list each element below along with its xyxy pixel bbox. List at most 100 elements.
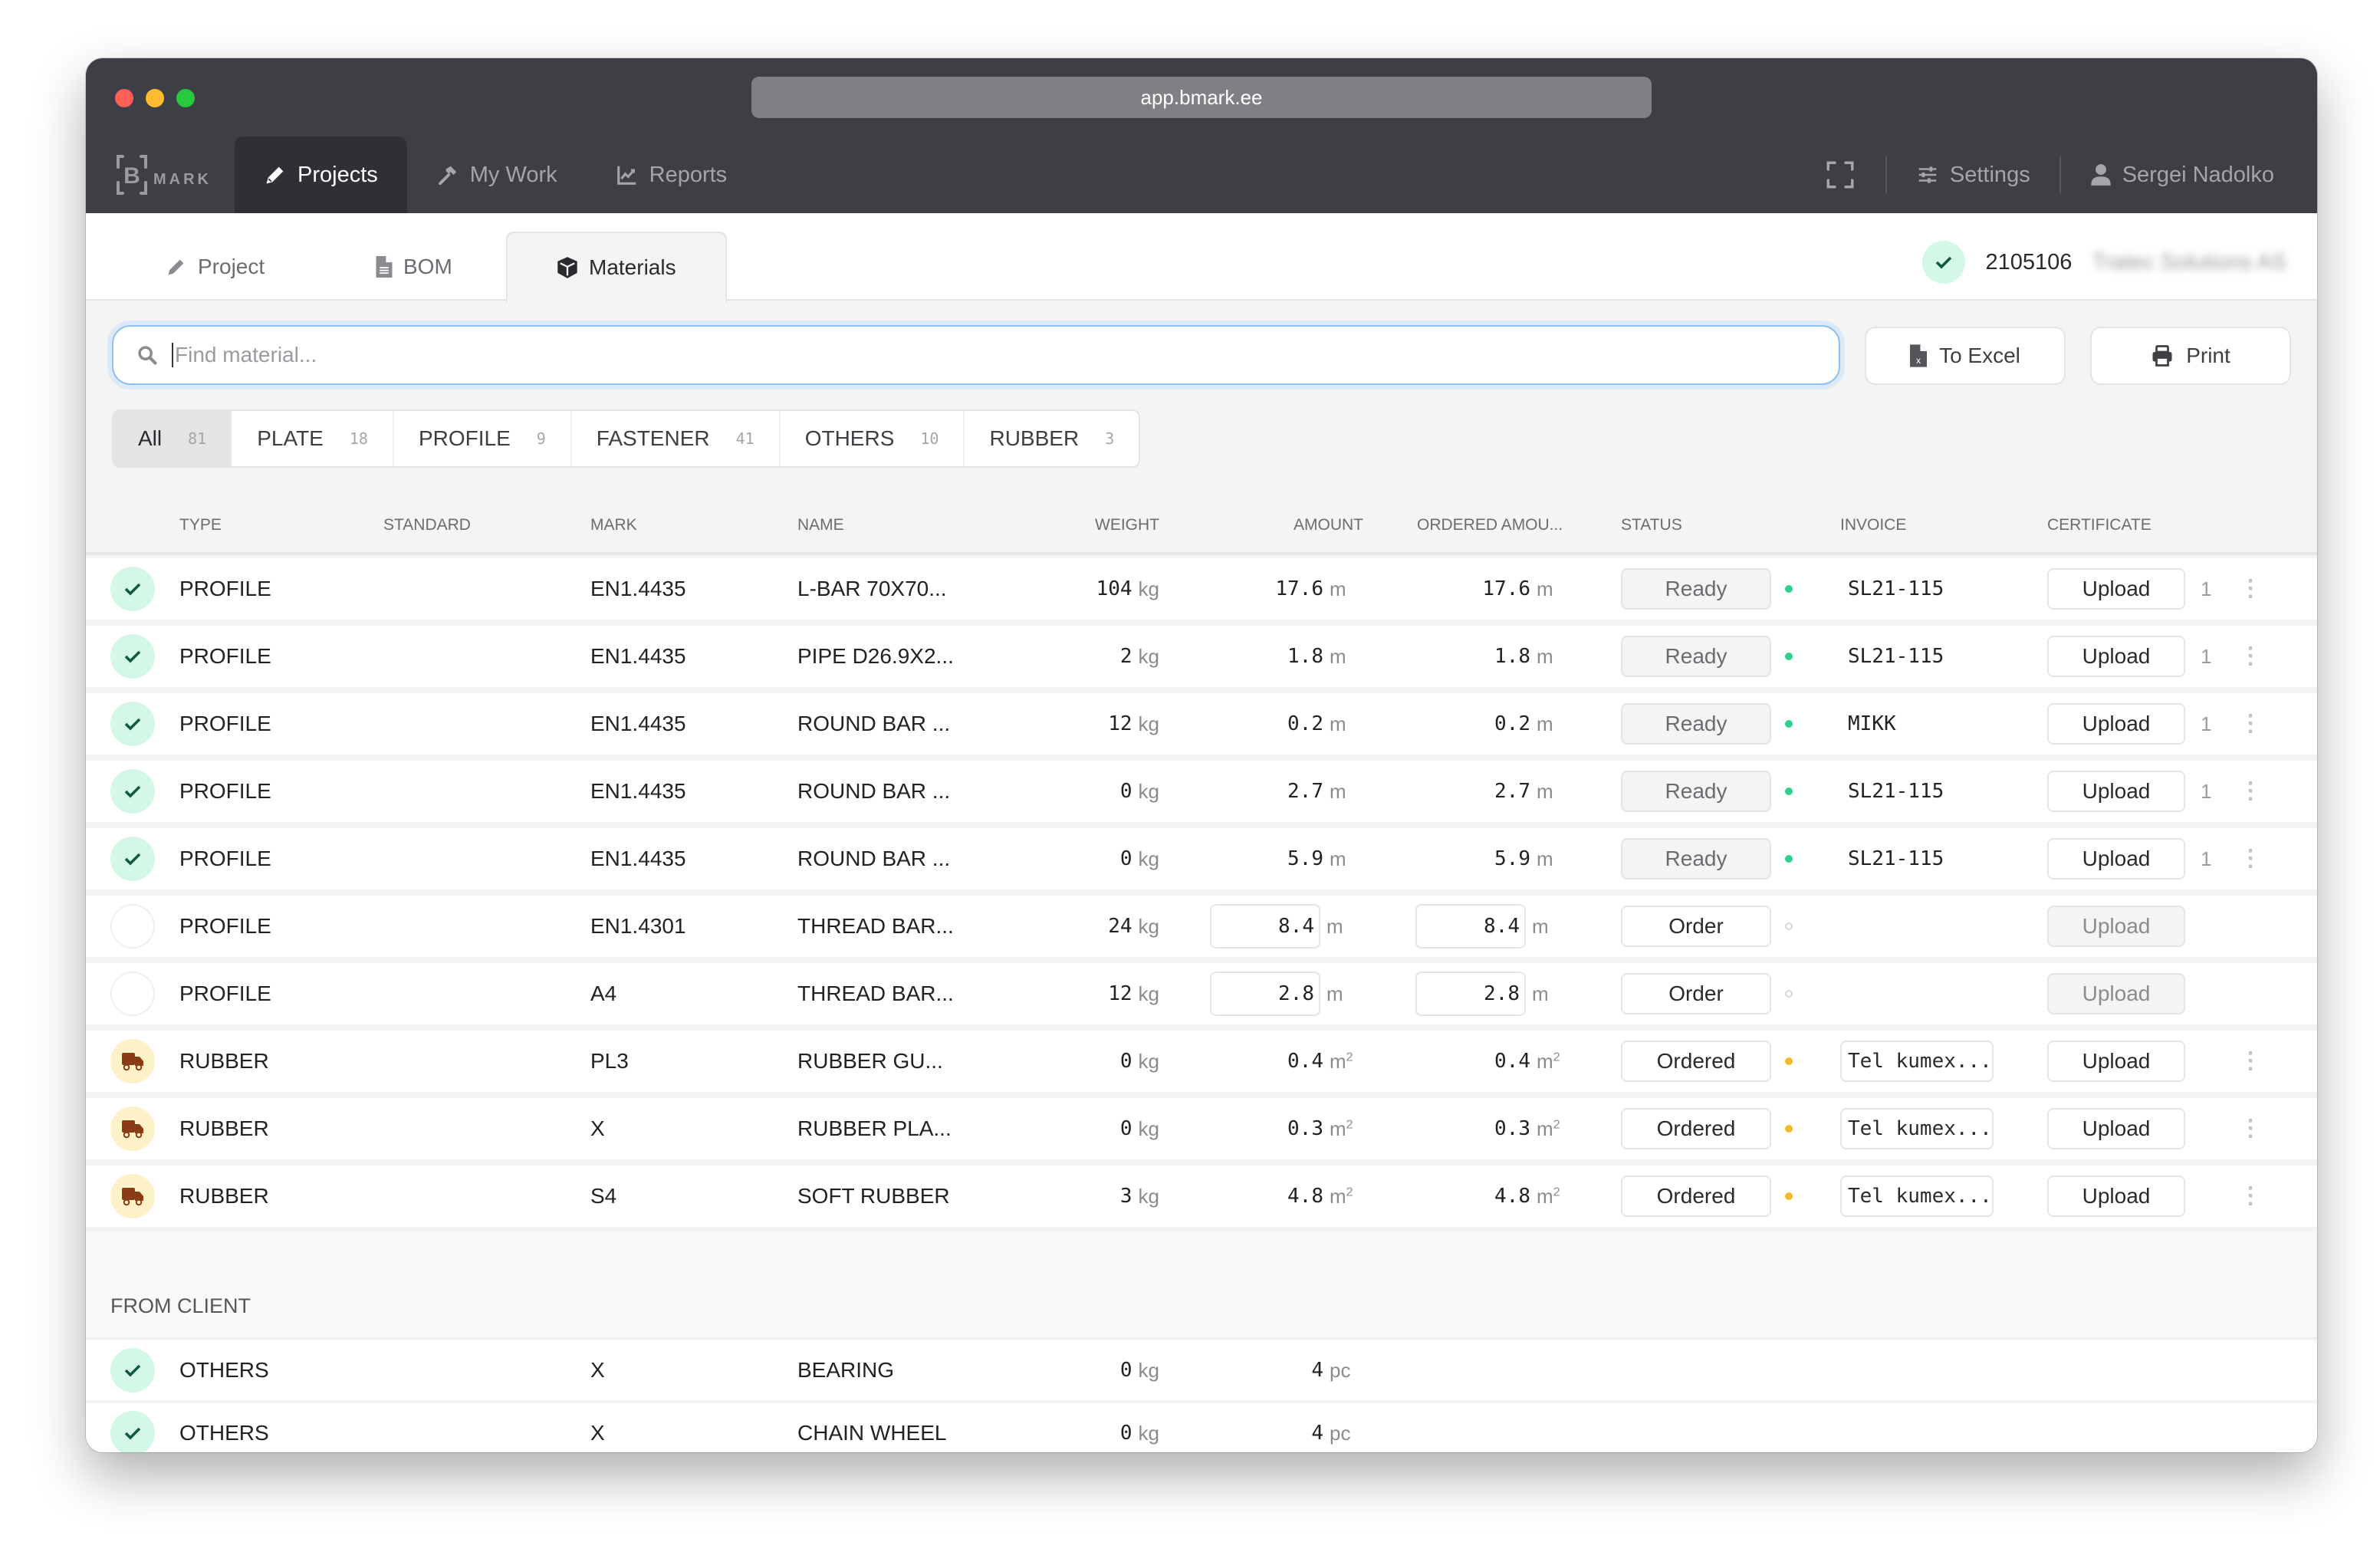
- upload-certificate-button[interactable]: Upload: [2047, 1108, 2185, 1149]
- filter-profile[interactable]: PROFILE 9: [394, 411, 572, 466]
- upload-certificate-button[interactable]: Upload: [2047, 771, 2185, 812]
- table-row[interactable]: PROFILE EN1.4435 PIPE D26.9X2... 2 kg 1.8 m 1.8…: [86, 626, 2317, 687]
- filter-rubber[interactable]: RUBBER 3: [965, 411, 1139, 466]
- amount-input[interactable]: 2.8: [1210, 972, 1320, 1016]
- status-button[interactable]: Ready: [1621, 636, 1771, 677]
- column-header-status[interactable]: STATUS: [1621, 498, 1682, 552]
- cell-name[interactable]: THREAD BAR...: [797, 896, 954, 957]
- column-header-ordered-amount[interactable]: ORDERED AMOU...: [1417, 498, 1563, 552]
- upload-certificate-button[interactable]: Upload: [2047, 636, 2185, 677]
- filter-plate[interactable]: PLATE 18: [232, 411, 394, 466]
- cell-name[interactable]: ROUND BAR ...: [797, 761, 950, 822]
- table-row[interactable]: PROFILE EN1.4435 ROUND BAR ... 0 kg 5.9 m 5.9 m R…: [86, 828, 2317, 889]
- tab-materials[interactable]: Materials: [506, 232, 727, 302]
- invoice-button[interactable]: Tel kumex...: [1840, 1041, 1994, 1082]
- minimize-window-button[interactable]: [146, 89, 164, 107]
- status-button[interactable]: Ordered: [1621, 1108, 1771, 1149]
- row-menu-icon[interactable]: ⋮: [2239, 828, 2262, 889]
- column-header-invoice[interactable]: INVOICE: [1840, 498, 1906, 552]
- upload-certificate-button[interactable]: Upload: [2047, 973, 2185, 1014]
- cell-name[interactable]: RUBBER PLA...: [797, 1098, 952, 1159]
- status-button[interactable]: Ready: [1621, 568, 1771, 610]
- column-header-name[interactable]: NAME: [797, 498, 844, 552]
- row-menu-icon[interactable]: ⋮: [2239, 693, 2262, 755]
- search-input[interactable]: [172, 343, 1705, 367]
- cell-name[interactable]: PIPE D26.9X2...: [797, 626, 954, 687]
- column-header-certificate[interactable]: CERTIFICATE: [2047, 498, 2152, 552]
- table-row[interactable]: PROFILE EN1.4435 L-BAR 70X70... 104 kg 17.6 m 1…: [86, 558, 2317, 620]
- user-menu[interactable]: Sergei Nadolko: [2078, 163, 2286, 188]
- maximize-window-button[interactable]: [176, 89, 195, 107]
- fullscreen-button[interactable]: [1812, 159, 1869, 191]
- status-button[interactable]: Ready: [1621, 838, 1771, 880]
- status-button[interactable]: Ordered: [1621, 1176, 1771, 1217]
- cell-name[interactable]: ROUND BAR ...: [797, 693, 950, 755]
- cell-name[interactable]: THREAD BAR...: [797, 963, 954, 1024]
- upload-certificate-button[interactable]: Upload: [2047, 1176, 2185, 1217]
- cell-invoice[interactable]: SL21-115: [1848, 558, 1944, 620]
- invoice-button[interactable]: Tel kumex...: [1840, 1176, 1994, 1217]
- table-header: TYPE STANDARD MARK NAME WEIGHT AMOUNT OR…: [86, 498, 2317, 555]
- to-excel-button[interactable]: x To Excel: [1865, 327, 2066, 385]
- row-menu-icon[interactable]: ⋮: [2239, 1031, 2262, 1092]
- filter-fastener[interactable]: FASTENER 41: [572, 411, 781, 466]
- close-window-button[interactable]: [115, 89, 133, 107]
- cell-name[interactable]: BEARING: [797, 1340, 894, 1400]
- row-menu-icon[interactable]: ⋮: [2239, 558, 2262, 620]
- cell-name[interactable]: L-BAR 70X70...: [797, 558, 947, 620]
- settings-button[interactable]: Settings: [1904, 163, 2043, 188]
- cell-name[interactable]: SOFT RUBBER: [797, 1166, 950, 1227]
- cell-name[interactable]: ROUND BAR ...: [797, 828, 950, 889]
- table-row[interactable]: RUBBER X RUBBER PLA... 0 kg 0.3 m2 0.3 m2 Ordered…: [86, 1098, 2317, 1159]
- upload-certificate-button[interactable]: Upload: [2047, 703, 2185, 745]
- row-menu-icon[interactable]: ⋮: [2239, 1098, 2262, 1159]
- ordered-amount-input[interactable]: 8.4: [1415, 904, 1526, 949]
- table-row[interactable]: PROFILE EN1.4435 ROUND BAR ... 12 kg 0.2 m 0.2 m…: [86, 693, 2317, 755]
- status-button[interactable]: Order: [1621, 973, 1771, 1014]
- row-menu-icon[interactable]: ⋮: [2239, 761, 2262, 822]
- status-button[interactable]: Ready: [1621, 771, 1771, 812]
- amount-input[interactable]: 8.4: [1210, 904, 1320, 949]
- column-header-weight[interactable]: WEIGHT: [1006, 498, 1159, 552]
- upload-certificate-button[interactable]: Upload: [2047, 838, 2185, 880]
- table-row[interactable]: OTHERS X BEARING 0 kg 4 pc: [86, 1340, 2317, 1400]
- search-field[interactable]: [112, 325, 1840, 385]
- print-button[interactable]: Print: [2090, 327, 2291, 385]
- cell-name[interactable]: RUBBER GU...: [797, 1031, 943, 1092]
- table-row[interactable]: PROFILE EN1.4435 ROUND BAR ... 0 kg 2.7 m 2.7 m R…: [86, 761, 2317, 822]
- column-header-type[interactable]: TYPE: [179, 498, 222, 552]
- tab-project[interactable]: Project: [166, 232, 265, 302]
- tab-bom[interactable]: BOM: [376, 232, 452, 302]
- cell-invoice[interactable]: MIKK: [1848, 693, 1896, 755]
- nav-reports[interactable]: Reports: [587, 136, 757, 213]
- status-button[interactable]: Ordered: [1621, 1041, 1771, 1082]
- status-button[interactable]: Ready: [1621, 703, 1771, 745]
- upload-certificate-button[interactable]: Upload: [2047, 906, 2185, 947]
- bmark-logo[interactable]: B MARK: [86, 136, 235, 213]
- nav-my-work[interactable]: My Work: [407, 136, 587, 213]
- url-bar[interactable]: app.bmark.ee: [751, 77, 1652, 118]
- cell-invoice[interactable]: SL21-115: [1848, 626, 1944, 687]
- ordered-amount-input[interactable]: 2.8: [1415, 972, 1526, 1016]
- cell-name[interactable]: CHAIN WHEEL: [797, 1403, 946, 1452]
- column-header-standard[interactable]: STANDARD: [383, 498, 471, 552]
- table-row[interactable]: RUBBER S4 SOFT RUBBER 3 kg 4.8 m2 4.8 m2 Ordered T…: [86, 1166, 2317, 1227]
- cell-invoice[interactable]: SL21-115: [1848, 761, 1944, 822]
- row-menu-icon[interactable]: ⋮: [2239, 626, 2262, 687]
- column-header-mark[interactable]: MARK: [590, 498, 637, 552]
- upload-certificate-button[interactable]: Upload: [2047, 568, 2185, 610]
- cell-invoice[interactable]: SL21-115: [1848, 828, 1944, 889]
- filter-others[interactable]: OTHERS 10: [781, 411, 965, 466]
- table-row[interactable]: PROFILE A4 THREAD BAR... 12 kg 2.8 m 2.8 m Order U…: [86, 963, 2317, 1024]
- upload-certificate-button[interactable]: Upload: [2047, 1041, 2185, 1082]
- unit-label: m2: [1330, 1049, 1353, 1073]
- table-row[interactable]: PROFILE EN1.4301 THREAD BAR... 24 kg 8.4 m 8.4 m…: [86, 896, 2317, 957]
- table-row[interactable]: RUBBER PL3 RUBBER GU... 0 kg 0.4 m2 0.4 m2 Ordere…: [86, 1031, 2317, 1092]
- nav-projects[interactable]: Projects: [235, 136, 407, 213]
- row-menu-icon[interactable]: ⋮: [2239, 1166, 2262, 1227]
- column-header-amount[interactable]: AMOUNT: [1236, 498, 1363, 552]
- invoice-button[interactable]: Tel kumex...: [1840, 1108, 1994, 1149]
- status-button[interactable]: Order: [1621, 906, 1771, 947]
- filter-all[interactable]: All 81: [113, 411, 233, 466]
- table-row[interactable]: OTHERS X CHAIN WHEEL 0 kg 4 pc: [86, 1403, 2317, 1452]
